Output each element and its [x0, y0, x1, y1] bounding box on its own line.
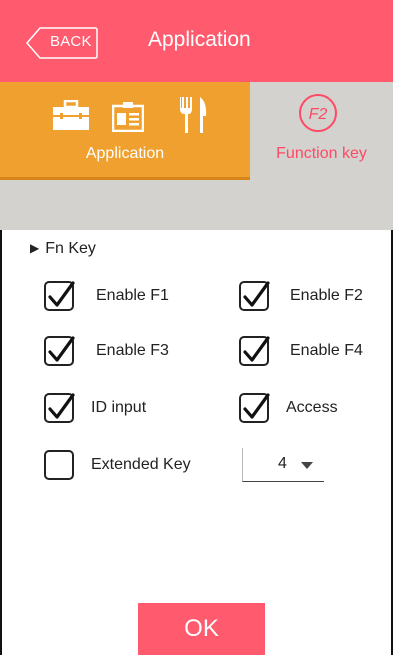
briefcase-icon [53, 100, 89, 130]
tab-bar: Application F2 Function key [0, 82, 393, 180]
checkbox-label-access: Access [286, 399, 338, 416]
ok-button[interactable]: OK [138, 603, 265, 655]
checkbox-label-id-input: ID input [91, 399, 147, 416]
checkbox-label-extended-key: Extended Key [91, 456, 191, 473]
checkbox-extended-key[interactable] [44, 450, 74, 480]
extended-key-select-value: 4 [278, 455, 287, 472]
checkmark-icon [48, 281, 75, 307]
tab-application-label: Application [85, 145, 165, 162]
checkbox-access[interactable] [239, 393, 270, 423]
dropdown-arrow-icon [301, 462, 313, 469]
checkbox-label-enable-f1: Enable F1 [96, 287, 169, 304]
checkmark-icon [243, 393, 270, 419]
f2-icon-text: F2 [309, 106, 328, 123]
checkmark-icon [243, 336, 270, 362]
fork-knife-icon [180, 97, 207, 133]
checkbox-label-enable-f3: Enable F3 [96, 342, 169, 359]
expand-triangle-icon: ▶ [30, 241, 40, 255]
checkmark-icon [48, 393, 75, 419]
section-title-label: Fn Key [45, 240, 96, 257]
checkbox-id-input[interactable] [44, 393, 75, 423]
page-title: Application [148, 28, 251, 51]
header-bar: BACK Application [0, 0, 393, 82]
checkmark-icon [48, 336, 75, 362]
checkbox-enable-f3[interactable] [44, 336, 75, 366]
section-title: ▶ Fn Key [30, 240, 96, 258]
f2-icon: F2 [299, 94, 337, 132]
checkbox-label-enable-f4: Enable F4 [290, 342, 363, 359]
checkbox-enable-f1[interactable] [44, 281, 75, 311]
back-label: BACK [50, 33, 92, 50]
id-card-icon [112, 102, 144, 132]
back-button[interactable]: BACK [26, 27, 98, 59]
tab-function-key[interactable]: F2 Function key [250, 82, 393, 180]
checkmark-icon [243, 281, 270, 307]
checkbox-enable-f2[interactable] [239, 281, 270, 311]
tab-divider-strip [0, 180, 393, 230]
checkbox-label-enable-f2: Enable F2 [290, 287, 363, 304]
tab-function-key-label: Function key [276, 145, 367, 162]
tab-application[interactable]: Application [0, 82, 250, 180]
checkbox-enable-f4[interactable] [239, 336, 270, 366]
extended-key-select[interactable]: 4 [242, 448, 324, 482]
